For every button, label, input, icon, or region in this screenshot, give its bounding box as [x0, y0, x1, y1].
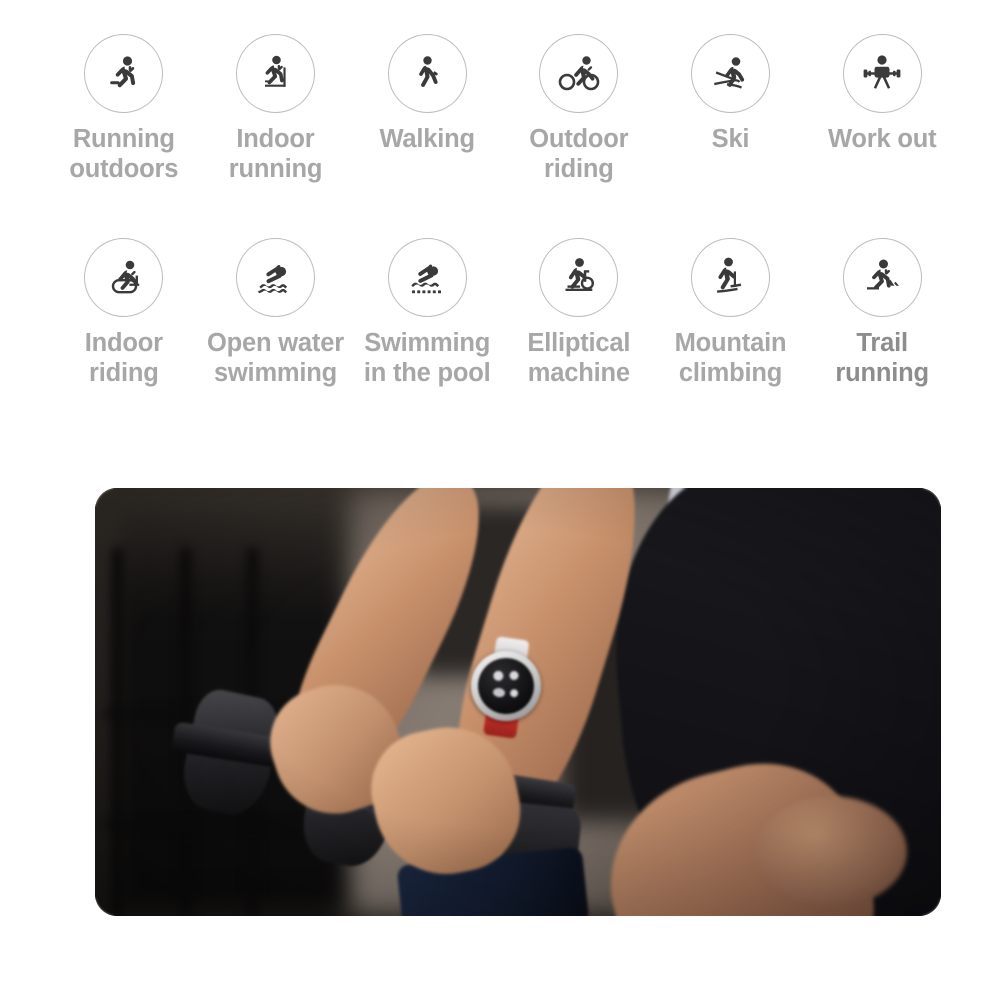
- sport-mode-outdoor-riding[interactable]: Outdoor riding: [503, 34, 655, 184]
- sport-mode-elliptical-machine[interactable]: Elliptical machine: [503, 238, 655, 388]
- sport-mode-mountain-climbing[interactable]: Mountain climbing: [655, 238, 807, 388]
- product-feature-page: Running outdoors Indoor running Walking …: [0, 0, 1000, 1000]
- sport-mode-swimming-in-the-pool[interactable]: Swimming in the pool: [351, 238, 503, 388]
- work-out-barbell-icon: [842, 34, 922, 113]
- sport-mode-label: Work out: [827, 125, 937, 153]
- walking-icon: [387, 34, 467, 113]
- sport-mode-open-water-swimming[interactable]: Open water swimming: [200, 238, 352, 388]
- photo-rider-knee: [754, 796, 908, 908]
- swimming-in-the-pool-icon: [387, 238, 467, 317]
- mountain-climbing-icon: [690, 238, 770, 317]
- sport-mode-trail-running[interactable]: Trail running: [806, 238, 958, 388]
- smartwatch-face-element: [492, 686, 507, 698]
- trail-running-icon: [842, 238, 922, 317]
- sport-mode-work-out[interactable]: Work out: [806, 34, 958, 184]
- elliptical-machine-icon: [539, 238, 619, 317]
- sport-mode-label: Outdoor riding: [529, 125, 629, 183]
- sport-mode-label: Indoor riding: [84, 329, 163, 387]
- photo-background-railing-bar: [103, 821, 332, 828]
- sport-mode-label: Ski: [711, 125, 750, 153]
- sport-mode-indoor-riding[interactable]: Indoor riding: [48, 238, 200, 388]
- outdoor-riding-bicycle-icon: [539, 34, 619, 113]
- photo-scene: [95, 488, 941, 916]
- indoor-running-treadmill-icon: [235, 34, 315, 113]
- sport-mode-label: Running outdoors: [69, 125, 179, 183]
- smartwatch-face-element: [510, 688, 520, 698]
- smartwatch: [466, 635, 546, 739]
- sport-mode-label: Elliptical machine: [527, 329, 631, 387]
- running-outdoors-icon: [84, 34, 164, 113]
- sport-modes-grid: Running outdoors Indoor running Walking …: [48, 34, 958, 388]
- sport-mode-label: Open water swimming: [207, 329, 344, 387]
- sport-mode-label: Swimming in the pool: [363, 329, 491, 387]
- smartwatch-face-element: [493, 669, 505, 682]
- sport-mode-label: Mountain climbing: [674, 329, 787, 387]
- sport-mode-indoor-running[interactable]: Indoor running: [200, 34, 352, 184]
- sport-mode-label: Walking: [379, 125, 475, 153]
- ski-icon: [690, 34, 770, 113]
- sport-mode-running-outdoors[interactable]: Running outdoors: [48, 34, 200, 184]
- smartwatch-face-element: [509, 670, 520, 681]
- cyclist-wearing-smartwatch-photo: [95, 488, 941, 916]
- open-water-swimming-icon: [235, 238, 315, 317]
- sport-mode-ski[interactable]: Ski: [655, 34, 807, 184]
- sport-mode-label: Trail running: [835, 329, 929, 387]
- sport-mode-walking[interactable]: Walking: [351, 34, 503, 184]
- indoor-riding-exercise-bike-icon: [84, 238, 164, 317]
- sport-mode-label: Indoor running: [228, 125, 323, 183]
- photo-background-railing-bar: [111, 547, 123, 916]
